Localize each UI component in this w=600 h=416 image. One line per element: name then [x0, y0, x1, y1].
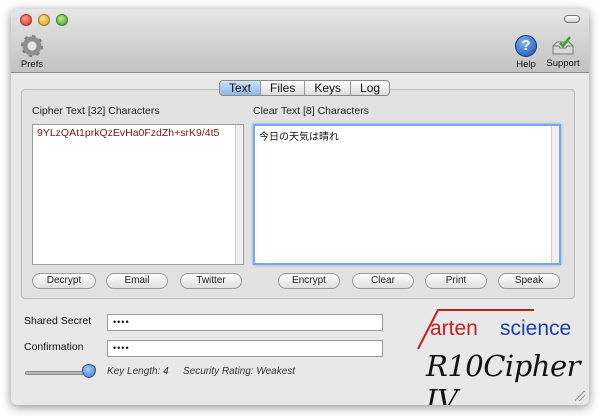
help-label: Help — [516, 59, 536, 70]
arten-science-logo: arten science R10Cipher IV — [416, 305, 581, 405]
cipher-text-label: Cipher Text [32] Characters — [32, 105, 160, 117]
product-name: R10Cipher IV — [426, 349, 580, 405]
clear-scrollbar[interactable] — [551, 126, 559, 263]
clear-button[interactable]: Clear — [352, 273, 414, 289]
question-mark-icon: ? — [515, 35, 537, 57]
security-rating-readout: Security Rating: Weakest — [183, 366, 296, 377]
key-length-readout: Key Length: 4 — [107, 366, 169, 377]
shared-secret-label: Shared Secret — [24, 315, 92, 327]
main-window: Prefs ? Help Support Text Files Keys Log… — [11, 9, 589, 405]
confirmation-label: Confirmation — [24, 341, 84, 353]
confirmation-field[interactable]: •••• — [107, 340, 383, 357]
key-length-slider-track[interactable] — [25, 371, 91, 375]
logo-science-text: science — [500, 317, 572, 340]
toolbar: Prefs ? Help Support — [11, 9, 589, 73]
email-button[interactable]: Email — [106, 273, 168, 289]
cipher-text-value: 9YLzQAt1prkQzEvHa0FzdZh+srK9/4t5 — [37, 127, 220, 139]
tab-bar: Text Files Keys Log — [219, 80, 391, 96]
prefs-label: Prefs — [20, 59, 44, 70]
decrypt-button[interactable]: Decrypt — [32, 273, 96, 289]
prefs-button[interactable]: Prefs — [20, 35, 44, 70]
support-tray-icon — [551, 36, 575, 56]
logo-arten-text: arten — [430, 317, 478, 340]
minimize-window-button[interactable] — [38, 14, 50, 26]
clear-text-label: Clear Text [8] Characters — [253, 105, 369, 117]
support-button[interactable]: Support — [545, 35, 581, 69]
cipher-scrollbar[interactable] — [235, 125, 243, 264]
tab-files[interactable]: Files — [260, 81, 304, 95]
help-button[interactable]: ? Help — [513, 35, 539, 70]
toolbar-toggle-button[interactable] — [564, 15, 580, 23]
encrypt-button[interactable]: Encrypt — [278, 273, 340, 289]
twitter-button[interactable]: Twitter — [180, 273, 242, 289]
support-label: Support — [546, 58, 580, 69]
key-length-slider-thumb[interactable] — [82, 364, 96, 378]
cipher-text-area[interactable]: 9YLzQAt1prkQzEvHa0FzdZh+srK9/4t5 — [32, 124, 244, 265]
print-button[interactable]: Print — [425, 273, 487, 289]
gear-icon — [21, 35, 43, 57]
zoom-window-button[interactable] — [56, 14, 68, 26]
tab-keys[interactable]: Keys — [304, 81, 350, 95]
shared-secret-field[interactable]: •••• — [107, 314, 383, 331]
resize-grip[interactable] — [575, 391, 585, 401]
tab-text[interactable]: Text — [220, 81, 261, 95]
close-window-button[interactable] — [20, 14, 32, 26]
speak-button[interactable]: Speak — [498, 273, 560, 289]
tab-log[interactable]: Log — [350, 81, 389, 95]
clear-text-area[interactable]: 今日の天気は晴れ — [253, 124, 561, 265]
clear-text-value: 今日の天気は晴れ — [259, 132, 339, 143]
